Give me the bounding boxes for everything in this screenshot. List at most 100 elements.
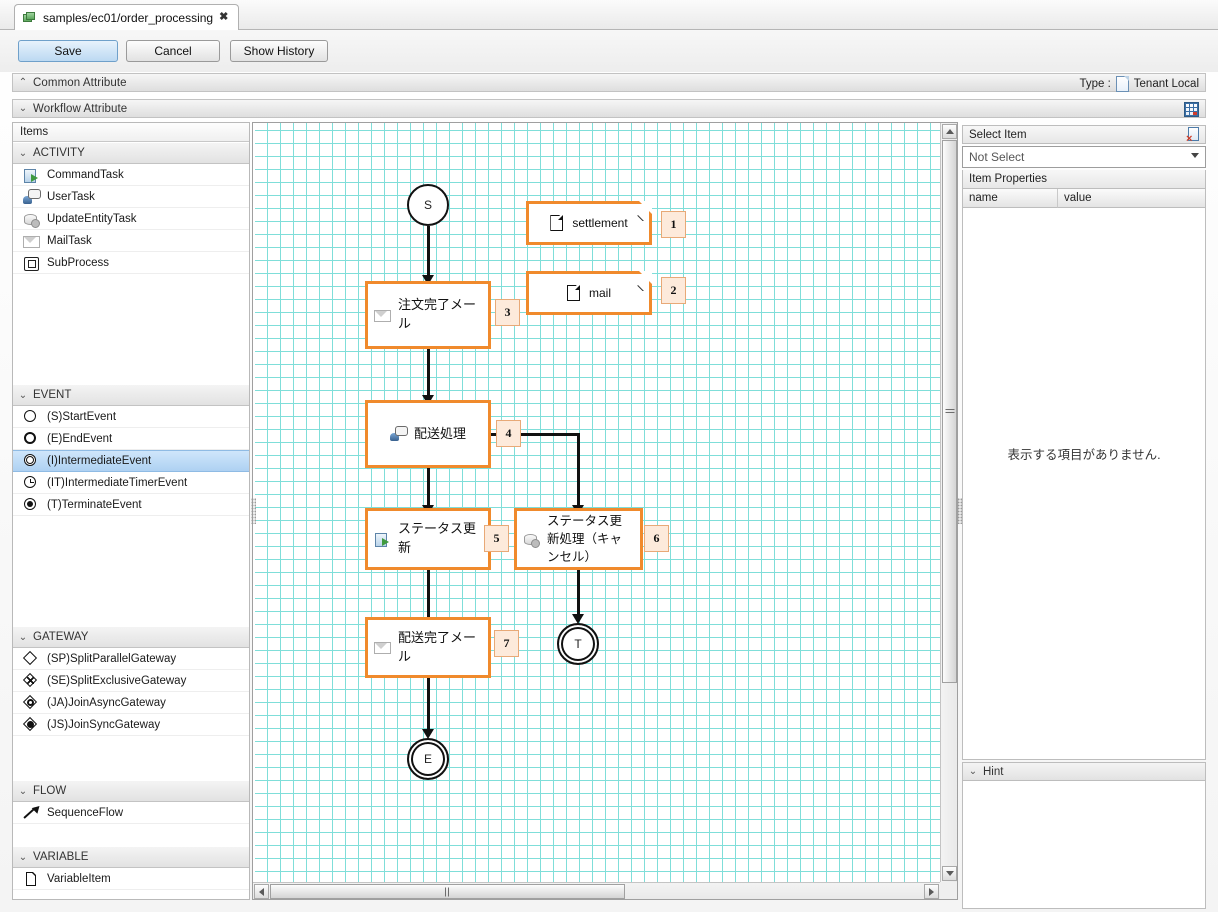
palette-item-variableitem[interactable]: VariableItem bbox=[13, 868, 249, 890]
terminate-event-label: T bbox=[574, 637, 582, 651]
save-button[interactable]: Save bbox=[18, 40, 118, 62]
left-splitter-handle[interactable] bbox=[251, 498, 256, 524]
scroll-down-button[interactable] bbox=[942, 866, 957, 881]
select-item-dropdown[interactable]: Not Select bbox=[962, 146, 1206, 168]
badge-5[interactable]: 5 bbox=[484, 525, 509, 552]
palette-item-eendevent[interactable]: (E)EndEvent bbox=[13, 428, 249, 450]
type-value: Tenant Local bbox=[1133, 77, 1199, 90]
diagram-canvas[interactable]: S settlement 1 mail 2 注文完了メール 3 配送処理 4 ス… bbox=[252, 122, 958, 900]
scroll-left-button[interactable] bbox=[254, 884, 269, 899]
scroll-up-button[interactable] bbox=[942, 124, 957, 139]
palette-item-jsjoinsyncgateway[interactable]: (JS)JoinSyncGateway bbox=[13, 714, 249, 736]
badge-2[interactable]: 2 bbox=[661, 277, 686, 304]
item-properties-table: name value 表示する項目がありません. bbox=[962, 189, 1206, 760]
clear-selection-icon[interactable] bbox=[1186, 127, 1201, 145]
badge-1[interactable]: 1 bbox=[661, 211, 686, 238]
split-exclusive-gateway-icon bbox=[23, 673, 39, 689]
palette-item-commandtask[interactable]: CommandTask bbox=[13, 164, 249, 186]
palette-item-label: (I)IntermediateEvent bbox=[47, 455, 152, 467]
palette-item-sesplitexclusivegateway[interactable]: (SE)SplitExclusiveGateway bbox=[13, 670, 249, 692]
palette-group-activity[interactable]: ⌄ ACTIVITY bbox=[13, 142, 249, 164]
node-task-order-mail[interactable]: 注文完了メール bbox=[365, 281, 491, 349]
show-history-button[interactable]: Show History bbox=[230, 40, 328, 62]
palette-group-variable[interactable]: ⌄ VARIABLE bbox=[13, 846, 249, 868]
node-task-status-cancel[interactable]: ステータス更新処理（キャンセル） bbox=[514, 508, 643, 570]
badge-3[interactable]: 3 bbox=[495, 299, 520, 326]
node-terminate-event[interactable]: T bbox=[557, 623, 599, 665]
canvas-horizontal-scrollbar[interactable] bbox=[253, 882, 940, 899]
scrollbar-corner bbox=[940, 882, 957, 899]
intermediate-event-icon bbox=[23, 453, 39, 469]
palette-group-body: (S)StartEvent (E)EndEvent (I)IntermediateE… bbox=[13, 406, 249, 626]
variable-item-icon bbox=[550, 215, 564, 231]
palette-group-flow[interactable]: ⌄ FLOW bbox=[13, 780, 249, 802]
update-entity-task-icon bbox=[523, 531, 540, 548]
node-end-event[interactable]: E bbox=[407, 738, 449, 780]
terminate-event-icon bbox=[23, 497, 39, 513]
tab-label: samples/ec01/order_processing bbox=[43, 10, 214, 25]
type-label: Type : bbox=[1079, 77, 1111, 90]
palette-item-subprocess[interactable]: SubProcess bbox=[13, 252, 249, 274]
cancel-button[interactable]: Cancel bbox=[126, 40, 220, 62]
badge-4[interactable]: 4 bbox=[496, 420, 521, 447]
canvas-grid-surface[interactable]: S settlement 1 mail 2 注文完了メール 3 配送処理 4 ス… bbox=[255, 123, 940, 882]
palette-item-sstartevent[interactable]: (S)StartEvent bbox=[13, 406, 249, 428]
close-icon[interactable]: ✖ bbox=[219, 12, 228, 23]
task-order-mail-label: 注文完了メール bbox=[398, 297, 477, 331]
chevron-down-icon: ⌄ bbox=[18, 147, 28, 159]
tenant-local-icon bbox=[1115, 75, 1129, 92]
node-task-status-update[interactable]: ステータス更新 bbox=[365, 508, 491, 570]
canvas-vertical-scrollbar[interactable] bbox=[940, 123, 957, 882]
workflow-file-icon bbox=[23, 11, 37, 24]
tab-order-processing[interactable]: samples/ec01/order_processing ✖ bbox=[14, 4, 240, 30]
join-sync-gateway-icon bbox=[23, 717, 39, 733]
chevron-down-icon bbox=[945, 871, 954, 876]
palette-item-label: (IT)IntermediateTimerEvent bbox=[47, 476, 188, 489]
workflow-attribute-label: Workflow Attribute bbox=[33, 102, 128, 115]
palette-item-tterminateevent[interactable]: (T)TerminateEvent bbox=[13, 494, 249, 516]
scroll-right-button[interactable] bbox=[924, 884, 939, 899]
palette-item-sequenceflow[interactable]: SequenceFlow bbox=[13, 802, 249, 824]
workflow-editor-window: samples/ec01/order_processing ✖ Save Can… bbox=[0, 0, 1218, 912]
palette-group-event[interactable]: ⌄ EVENT bbox=[13, 384, 249, 406]
palette-item-updateentitytask[interactable]: UpdateEntityTask bbox=[13, 208, 249, 230]
hint-section-header[interactable]: ⌄ Hint bbox=[962, 762, 1206, 781]
start-event-icon bbox=[23, 409, 39, 425]
table-header-row: name value bbox=[963, 189, 1205, 208]
palette-group-body: SequenceFlow bbox=[13, 802, 249, 846]
palette-item-itintermediatetimerevent[interactable]: (IT)IntermediateTimerEvent bbox=[13, 472, 249, 494]
var-mail-label: mail bbox=[588, 286, 611, 300]
grid-toggle-icon[interactable] bbox=[1184, 102, 1199, 117]
column-header-value: value bbox=[1058, 189, 1205, 208]
palette-item-spsplitparallelgateway[interactable]: (SP)SplitParallelGateway bbox=[13, 648, 249, 670]
palette-item-usertask[interactable]: UserTask bbox=[13, 186, 249, 208]
node-var-mail[interactable]: mail bbox=[526, 271, 652, 315]
palette-item-label: (JA)JoinAsyncGateway bbox=[47, 696, 166, 709]
palette-item-label: (SP)SplitParallelGateway bbox=[47, 652, 177, 665]
edge-status-cancel-to-terminate bbox=[577, 570, 580, 620]
palette-group-label: ACTIVITY bbox=[33, 147, 85, 159]
palette-item-label: MailTask bbox=[47, 234, 92, 247]
common-attribute-section-header[interactable]: ⌃ Common Attribute Type : Tenant Local bbox=[12, 73, 1206, 92]
workflow-attribute-section-header[interactable]: ⌄ Workflow Attribute bbox=[12, 99, 1206, 118]
palette-item-mailtask[interactable]: MailTask bbox=[13, 230, 249, 252]
badge-6[interactable]: 6 bbox=[644, 525, 669, 552]
end-event-icon bbox=[23, 431, 39, 447]
select-item-control[interactable]: Not Select bbox=[962, 146, 1206, 168]
palette-item-label: SequenceFlow bbox=[47, 806, 124, 819]
palette-item-jajoinasyncgateway[interactable]: (JA)JoinAsyncGateway bbox=[13, 692, 249, 714]
node-start-event[interactable]: S bbox=[407, 184, 449, 226]
mail-task-icon bbox=[374, 639, 391, 656]
chevron-down-icon: ⌄ bbox=[968, 766, 978, 777]
canvas-vscroll-thumb[interactable] bbox=[942, 140, 957, 683]
canvas-hscroll-thumb[interactable] bbox=[270, 884, 625, 899]
badge-7[interactable]: 7 bbox=[494, 630, 519, 657]
node-task-delivery-mail[interactable]: 配送完了メール bbox=[365, 617, 491, 678]
palette-group-gateway[interactable]: ⌄ GATEWAY bbox=[13, 626, 249, 648]
node-task-delivery[interactable]: 配送処理 bbox=[365, 400, 491, 468]
palette-item-label: (E)EndEvent bbox=[47, 432, 113, 445]
hint-label: Hint bbox=[983, 765, 1004, 778]
palette-item-label: (JS)JoinSyncGateway bbox=[47, 718, 161, 731]
palette-item-iintermediateevent[interactable]: (I)IntermediateEvent bbox=[13, 450, 249, 472]
node-var-settlement[interactable]: settlement bbox=[526, 201, 652, 245]
